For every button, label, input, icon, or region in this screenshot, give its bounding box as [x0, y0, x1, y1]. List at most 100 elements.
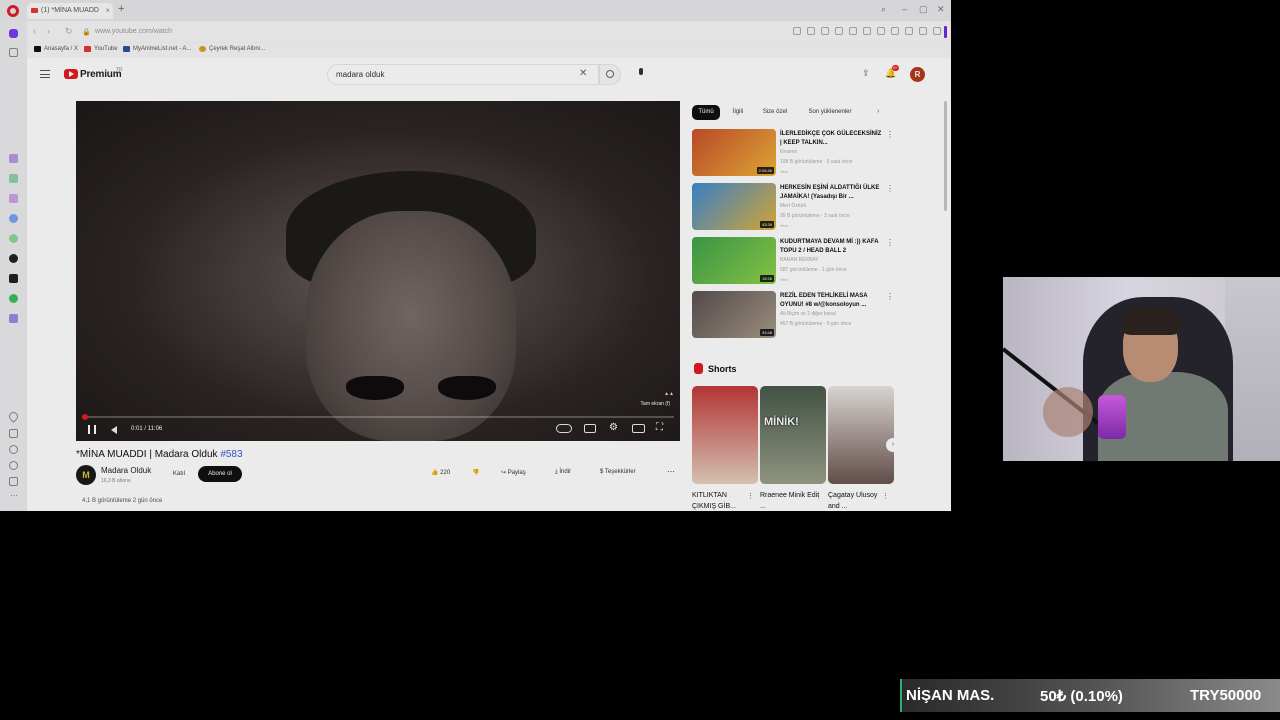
recommended-video[interactable]: 43:39 HERKESİN EŞİNİ ALDATTIĞI ÜLKE JAMA…: [692, 183, 894, 231]
messenger-icon[interactable]: [9, 214, 18, 223]
autoplay-toggle[interactable]: [556, 424, 572, 433]
extension-icon[interactable]: [821, 27, 829, 35]
close-window-button[interactable]: ✕: [937, 4, 945, 15]
recommended-title[interactable]: HERKESİN EŞİNİ ALDATTIĞI ÜLKE JAMAİKA! (…: [780, 184, 882, 202]
hamburger-menu-icon[interactable]: [40, 70, 50, 78]
channel-name[interactable]: Madara Olduk: [101, 466, 151, 475]
account-avatar[interactable]: R: [910, 67, 925, 82]
kebab-menu-icon[interactable]: ⋮: [882, 492, 889, 500]
x-sidebar-icon[interactable]: [9, 274, 18, 283]
short-thumbnail[interactable]: MİNİK!: [760, 386, 826, 484]
download-button[interactable]: ⤓ İndir: [555, 469, 571, 476]
share-button[interactable]: ↪ Paylaş: [501, 469, 526, 476]
pause-icon[interactable]: [88, 425, 96, 434]
microphone-icon[interactable]: [639, 68, 643, 75]
kebab-menu-icon[interactable]: ⋮: [747, 492, 754, 500]
extension-icon[interactable]: [835, 27, 843, 35]
shorts-next-button[interactable]: ›: [886, 438, 900, 452]
opera-logo-icon[interactable]: [7, 5, 19, 17]
recommended-channel[interactable]: BARAN BERBAY: [780, 257, 819, 263]
fullscreen-icon[interactable]: ⛶: [656, 422, 663, 433]
bookmark-x[interactable]: Anasayfa / X: [34, 46, 78, 52]
kebab-menu-icon[interactable]: ⋮: [886, 184, 894, 193]
upload-icon[interactable]: ⇪: [862, 68, 870, 79]
bookmark-myanimelist[interactable]: MyAnimeList.net - A...: [123, 46, 191, 52]
kebab-menu-icon[interactable]: ⋮: [886, 292, 894, 301]
new-tab-button[interactable]: +: [118, 3, 124, 15]
more-actions-icon[interactable]: ⋯: [667, 467, 675, 476]
youtube-logo-icon[interactable]: [64, 69, 78, 79]
page-scrollbar[interactable]: [944, 101, 947, 211]
recommended-channel[interactable]: Ali Biçim ve 2 diğer kanal: [780, 311, 836, 317]
back-icon[interactable]: ‹: [33, 26, 36, 36]
extension-icon[interactable]: [891, 27, 899, 35]
extension-icon[interactable]: [905, 27, 913, 35]
pin-icon[interactable]: [9, 429, 18, 438]
like-button[interactable]: 👍 220: [431, 469, 450, 476]
extension-icon[interactable]: [807, 27, 815, 35]
extension-icon[interactable]: [877, 27, 885, 35]
heart-icon[interactable]: [7, 410, 20, 423]
tips-icon[interactable]: [9, 477, 18, 486]
recommended-video[interactable]: 2:26:46 İLERLEDİKÇE ÇOK GÜLECEKSİNİZ | K…: [692, 129, 894, 177]
settings-icon[interactable]: [9, 461, 18, 470]
extension-icon[interactable]: [933, 27, 941, 35]
channel-watermark[interactable]: ▲▲: [664, 391, 674, 397]
url-field[interactable]: www.youtube.com/watch: [95, 28, 172, 35]
extension-icon[interactable]: [793, 27, 801, 35]
search-tabs-icon[interactable]: ⌕: [881, 4, 886, 15]
chip-related[interactable]: İlgili: [726, 105, 750, 120]
kebab-menu-icon[interactable]: ⋮: [886, 130, 894, 139]
short-caption[interactable]: Çagatay Ulusoy and ...: [828, 490, 888, 511]
extension-icon[interactable]: [849, 27, 857, 35]
tiktok-icon[interactable]: [9, 254, 18, 263]
maximize-button[interactable]: ▢: [919, 4, 928, 15]
volume-icon[interactable]: [111, 426, 117, 434]
recommended-channel[interactable]: Elraenn: [780, 149, 797, 155]
recommended-video[interactable]: 15:26 KUDURTMAYA DEVAM Mİ :)) KAFA TOPU …: [692, 237, 894, 285]
recommended-video[interactable]: 33:48 REZİL EDEN TEHLİKELİ MASA OYUNU! #…: [692, 291, 894, 339]
aria-icon[interactable]: [9, 154, 18, 163]
home-icon[interactable]: [9, 29, 18, 38]
video-thumbnail[interactable]: 2:26:46: [692, 129, 776, 176]
recommended-title[interactable]: REZİL EDEN TEHLİKELİ MASA OYUNU! #8 w/@k…: [780, 292, 882, 310]
search-input[interactable]: madara olduk: [327, 64, 599, 85]
recommended-channel[interactable]: Mert Öztürk: [780, 203, 806, 209]
more-icon[interactable]: ⋯: [10, 491, 18, 500]
player-icon[interactable]: [9, 314, 18, 323]
recommended-title[interactable]: İLERLEDİKÇE ÇOK GÜLECEKSİNİZ | KEEP TALK…: [780, 130, 882, 148]
settings-gear-icon[interactable]: ⚙: [609, 422, 618, 433]
short-caption[interactable]: Rraenee Minik Edit ...: [760, 490, 820, 511]
search-button[interactable]: [599, 64, 621, 85]
browser-tab[interactable]: (1) *MİNA MUADD ×: [27, 3, 113, 19]
short-thumbnail[interactable]: [692, 386, 758, 484]
scrubber-handle[interactable]: [82, 414, 88, 420]
video-thumbnail[interactable]: 15:26: [692, 237, 776, 284]
dislike-button[interactable]: 👎: [472, 469, 479, 476]
subtitles-icon[interactable]: [584, 424, 596, 433]
short-caption[interactable]: KITLIKTAN ÇIKMIŞ GİB...: [692, 490, 752, 511]
extension-icon[interactable]: [919, 27, 927, 35]
theater-mode-icon[interactable]: [632, 424, 645, 433]
chip-all[interactable]: Tümü: [692, 105, 720, 120]
extension-icon[interactable]: [863, 27, 871, 35]
kebab-menu-icon[interactable]: ⋮: [886, 238, 894, 247]
subscribe-button[interactable]: Abone ol: [198, 466, 242, 482]
clear-search-icon[interactable]: ✕: [579, 68, 587, 79]
join-button[interactable]: Katıl: [164, 466, 194, 482]
video-thumbnail[interactable]: 33:48: [692, 291, 776, 338]
bookmark-ceyrek[interactable]: Çeyrek Reşat Altını...: [199, 46, 265, 52]
chips-next-icon[interactable]: ›: [877, 108, 879, 115]
hashtag-link[interactable]: #583: [220, 449, 242, 460]
kebab-menu-icon[interactable]: ⋮: [815, 492, 822, 500]
recommended-title[interactable]: KUDURTMAYA DEVAM Mİ :)) KAFA TOPU 2 / HE…: [780, 238, 882, 256]
history-icon[interactable]: [9, 445, 18, 454]
minimize-button[interactable]: –: [902, 4, 907, 14]
chip-recent[interactable]: Son yüklenenler: [800, 105, 860, 120]
reload-icon[interactable]: ↻: [65, 26, 73, 37]
short-thumbnail[interactable]: [828, 386, 894, 484]
progress-bar[interactable]: [82, 414, 674, 420]
close-tab-icon[interactable]: ×: [105, 6, 110, 15]
extension-app-icon[interactable]: [9, 194, 18, 203]
bookmark-youtube[interactable]: YouTube: [84, 46, 118, 52]
